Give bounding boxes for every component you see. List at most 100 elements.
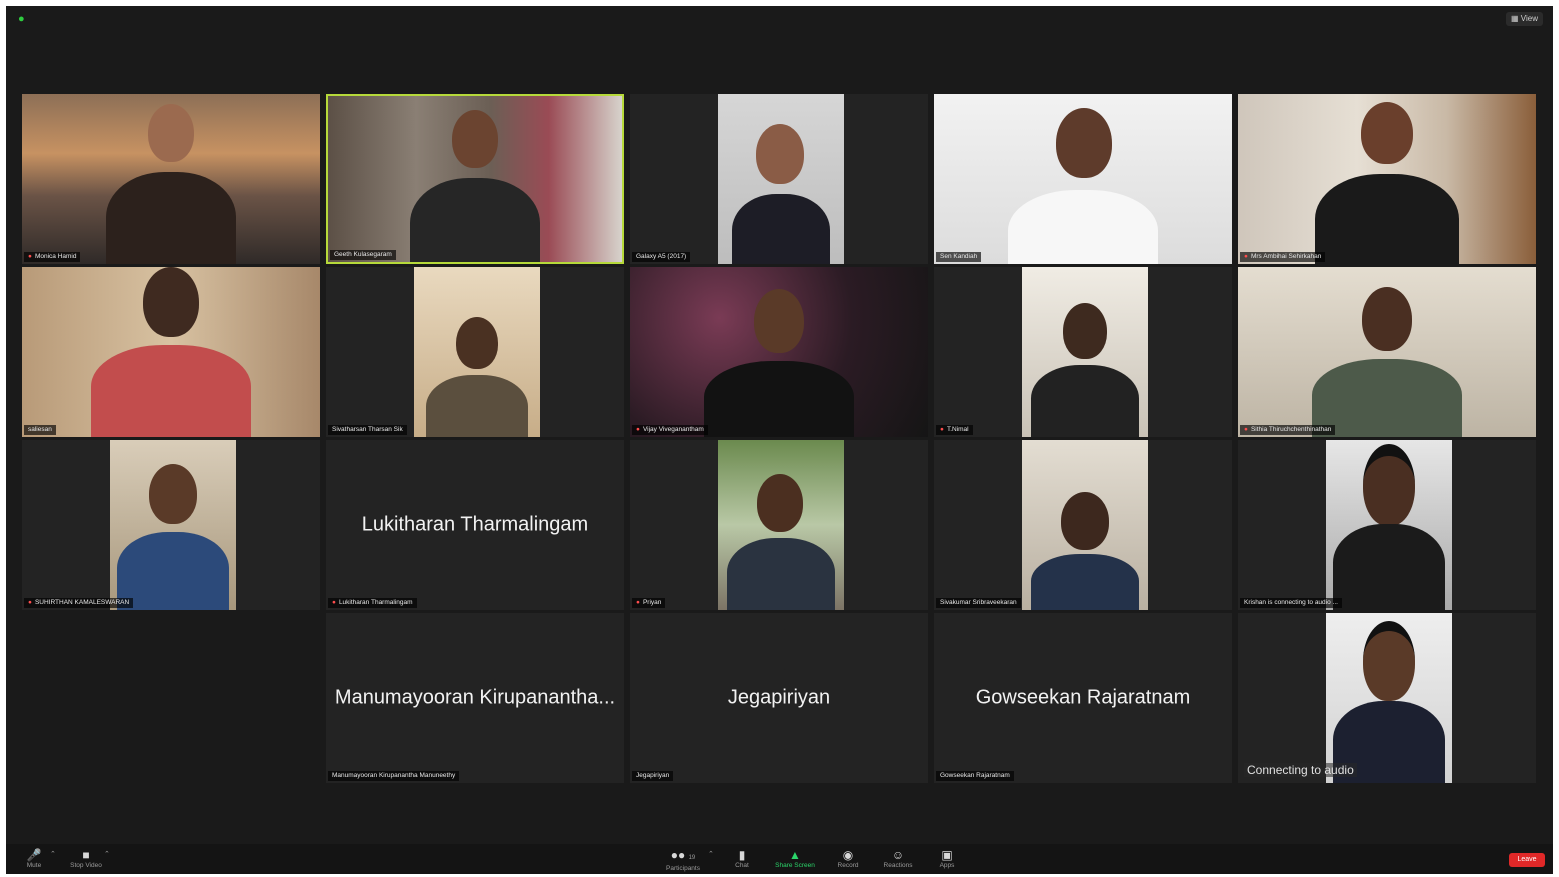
video-feed [1238, 94, 1536, 264]
record-label: Record [837, 862, 859, 869]
muted-mic-icon: ● [940, 426, 944, 433]
participants-button[interactable]: ●● 19 Participants [661, 848, 705, 872]
share-screen-label: Share Screen [775, 862, 815, 869]
participant-name: SUHIRTHAN KAMALESWARAN [34, 599, 130, 606]
participant-label: ● Monica Hamid [24, 252, 81, 262]
participant-tile[interactable]: Sivatharsan Tharsan Sik [326, 267, 624, 437]
participant-name: Priyan [642, 599, 662, 606]
participant-tile[interactable]: ● Vijay Viveganantham [630, 267, 928, 437]
participant-name: Sivatharsan Tharsan Sik [332, 426, 403, 433]
chat-button[interactable]: ▮ Chat [731, 848, 753, 869]
participant-label: Gowseekan Rajaratnam [936, 771, 1014, 781]
person-avatar [422, 317, 532, 437]
video-feed [22, 94, 320, 264]
apps-icon: ▣ [941, 848, 953, 862]
participant-tile[interactable]: ● Monica Hamid [22, 94, 320, 264]
participant-label: Jegapiriyan [632, 771, 674, 781]
participant-label: Sivatharsan Tharsan Sik [328, 425, 407, 435]
participant-label: ● Mrs Ambihai Sehirkahan [1240, 252, 1326, 262]
share-screen-icon: ▲ [789, 848, 801, 862]
video-feed [1022, 267, 1148, 437]
person-avatar [726, 124, 836, 264]
participant-display-name: Jegapiriyan [727, 686, 831, 709]
share-screen-button[interactable]: ▲ Share Screen [771, 848, 819, 869]
person-avatar [81, 267, 261, 437]
view-button[interactable]: ▦ View [1506, 12, 1543, 26]
participant-name: Lukitharan Tharmalingam [338, 599, 413, 606]
video-feed [1326, 613, 1452, 783]
person-avatar [1329, 621, 1449, 783]
muted-mic-icon: ● [1244, 253, 1248, 260]
participant-label: ● Lukitharan Tharmalingam [328, 598, 417, 608]
participant-name: Mrs Ambihai Sehirkahan [1250, 253, 1322, 260]
muted-mic-icon: ● [332, 599, 336, 606]
record-button[interactable]: ◉ Record [834, 848, 862, 869]
participant-name: Vijay Viveganantham [642, 426, 704, 433]
person-avatar [1307, 102, 1467, 264]
video-feed [1022, 440, 1148, 610]
participant-label: Krishan is connecting to audio ... [1240, 598, 1342, 608]
video-feed [110, 440, 236, 610]
participant-name: Monica Hamid [34, 253, 77, 260]
person-avatar [1329, 444, 1449, 610]
chat-label: Chat [735, 862, 749, 869]
participant-tile-active-speaker[interactable]: Geeth Kulasegaram [326, 94, 624, 264]
record-icon: ◉ [842, 848, 854, 862]
participant-tile-no-video[interactable]: Lukitharan Tharmalingam ● Lukitharan Thar… [326, 440, 624, 610]
participant-tile[interactable]: Sen Kandiah [934, 94, 1232, 264]
participant-name: saliesan [28, 426, 52, 433]
participant-tile-no-video[interactable]: Manumayooran Kirupanantha... Manumayoora… [326, 613, 624, 783]
person-avatar [1027, 303, 1143, 437]
person-avatar [1302, 287, 1472, 437]
participant-tile[interactable]: ● T.Nimal [934, 267, 1232, 437]
participants-count: 19 [688, 855, 696, 861]
participant-name: Sithia Thiruchchenthinathan [1250, 426, 1332, 433]
participant-tile-no-video[interactable]: Jegapiriyan Jegapiriyan [630, 613, 928, 783]
participant-name: Galaxy A5 (2017) [636, 253, 687, 260]
leave-button[interactable]: Leave [1509, 853, 1545, 867]
video-feed [328, 96, 622, 262]
video-feed [934, 94, 1232, 264]
participant-tile[interactable]: ● Sithia Thiruchchenthinathan [1238, 267, 1536, 437]
person-avatar [400, 110, 550, 262]
participants-options-chevron-icon[interactable]: ⌃ [708, 850, 714, 858]
apps-button[interactable]: ▣ Apps [936, 848, 958, 869]
muted-mic-icon: ● [1244, 426, 1248, 433]
person-avatar [1027, 492, 1143, 610]
participant-tile[interactable]: saliesan [22, 267, 320, 437]
security-shield-icon[interactable]: ● [18, 14, 28, 25]
participant-tile[interactable]: Connecting to audio [1238, 613, 1536, 783]
reactions-icon: ☺ [891, 848, 905, 862]
video-feed [630, 267, 928, 437]
participant-label: saliesan [24, 425, 56, 435]
view-label: View [1520, 14, 1538, 23]
video-options-chevron-icon[interactable]: ⌃ [104, 850, 110, 858]
participant-tile[interactable]: Sivakumar Sribraveekaran [934, 440, 1232, 610]
participant-name: Manumayooran Kirupanantha Manuneethy [332, 772, 456, 779]
participant-label: ● SUHIRTHAN KAMALESWARAN [24, 598, 134, 608]
participant-tile[interactable]: ● SUHIRTHAN KAMALESWARAN [22, 440, 320, 610]
participant-label: ● Vijay Viveganantham [632, 425, 708, 435]
video-feed [22, 267, 320, 437]
participant-name: T.Nimal [946, 426, 969, 433]
reactions-button[interactable]: ☺ Reactions [880, 848, 916, 869]
apps-label: Apps [939, 862, 955, 869]
participant-tile[interactable]: ● Priyan [630, 440, 928, 610]
muted-mic-icon: ● [28, 253, 32, 260]
participant-tile-no-video[interactable]: Gowseekan Rajaratnam Gowseekan Rajaratna… [934, 613, 1232, 783]
participant-label: Sen Kandiah [936, 252, 982, 262]
participant-tile[interactable]: Galaxy A5 (2017) [630, 94, 928, 264]
participant-display-name: Gowseekan Rajaratnam [975, 686, 1191, 709]
person-avatar [998, 108, 1168, 264]
participant-label: Geeth Kulasegaram [330, 250, 396, 260]
stop-video-button[interactable]: ■ Stop Video [66, 848, 106, 869]
participant-name: Sen Kandiah [940, 253, 978, 260]
participant-display-name: Lukitharan Tharmalingam [361, 513, 589, 536]
audio-options-chevron-icon[interactable]: ⌃ [50, 850, 56, 858]
participants-label: Participants [666, 865, 700, 872]
mute-button[interactable]: 🎤 Mute [24, 848, 44, 869]
participant-tile[interactable]: Krishan is connecting to audio ... [1238, 440, 1536, 610]
participant-tile[interactable]: ● Mrs Ambihai Sehirkahan [1238, 94, 1536, 264]
participant-label: Manumayooran Kirupanantha Manuneethy [328, 771, 460, 781]
person-avatar [96, 102, 246, 264]
